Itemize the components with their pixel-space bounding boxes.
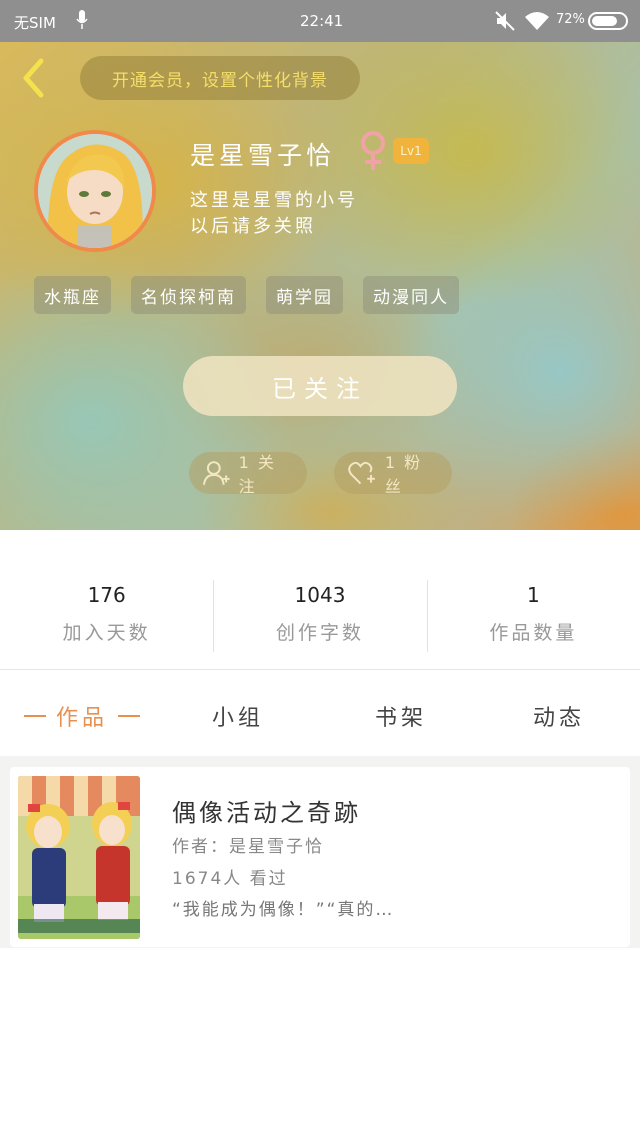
work-card[interactable]: 偶像活动之奇跡 作者：是星雪子恰 1674人 看过 “我能成为偶像！”“真的… <box>10 767 630 947</box>
back-button[interactable] <box>14 56 54 100</box>
profile-header: 开通会员，设置个性化背景 是星雪子恰 Lv1 这里是星雪的小号 以后请多关照 水… <box>0 42 640 530</box>
followed-label: 已关注 <box>272 374 368 403</box>
work-views: 1674人 看过 <box>172 869 288 889</box>
cover-illustration <box>18 776 140 939</box>
tab-label: 书架 <box>375 706 428 731</box>
fans-count: 1 粉丝 <box>384 453 423 496</box>
work-excerpt: “我能成为偶像！”“真的… <box>172 900 395 920</box>
tab-moments[interactable]: 动态 <box>533 690 585 742</box>
chevron-left-icon <box>23 58 44 98</box>
battery-icon <box>588 12 628 30</box>
stat-word-count: 1043 创作字数 <box>213 578 426 654</box>
heart-plus-icon <box>348 461 375 485</box>
stat-value: 1 <box>526 583 540 607</box>
avatar[interactable] <box>34 130 156 252</box>
tag-item[interactable]: 名侦探柯南 <box>131 276 246 314</box>
tag-item[interactable]: 水瓶座 <box>34 276 111 314</box>
work-title[interactable]: 偶像活动之奇跡 <box>172 793 361 828</box>
bio-line: 这里是星雪的小号 <box>190 190 358 211</box>
mute-icon <box>495 11 515 31</box>
stat-works-count: 1 作品数量 <box>426 578 640 654</box>
fans-button[interactable]: 1 粉丝 <box>334 452 452 496</box>
sim-status: 无SIM <box>14 14 56 32</box>
battery-percent: 72% <box>556 12 585 27</box>
stat-value: 1043 <box>294 583 346 607</box>
stats-row: 176 加入天数 1043 创作字数 1 作品数量 <box>0 578 640 654</box>
level-badge: Lv1 <box>393 138 429 164</box>
stat-value: 176 <box>87 583 126 607</box>
vip-prompt-text: 开通会员，设置个性化背景 <box>112 70 328 91</box>
following-button[interactable]: 1 关注 <box>189 452 307 496</box>
stat-label: 创作字数 <box>275 622 364 644</box>
clock: 22:41 <box>300 12 344 30</box>
bio: 这里是星雪的小号 以后请多关照 <box>190 188 490 240</box>
tab-dash-left <box>24 715 46 717</box>
following-count: 1 关注 <box>238 453 276 496</box>
level-text: Lv1 <box>400 144 422 158</box>
stat-label: 作品数量 <box>489 622 578 644</box>
divider <box>0 669 640 670</box>
tab-dash-right <box>118 715 141 717</box>
tab-groups[interactable]: 小组 <box>212 690 264 742</box>
work-author: 作者：是星雪子恰 <box>172 837 324 857</box>
tab-works[interactable]: 作品 <box>14 690 150 742</box>
followed-button[interactable]: 已关注 <box>183 356 457 416</box>
status-bar: 无SIM 22:41 72% <box>0 0 640 42</box>
tag-list: 水瓶座 名侦探柯南 萌学园 动漫同人 <box>34 276 459 314</box>
tab-label: 小组 <box>212 706 265 731</box>
stat-days-joined: 176 加入天数 <box>0 578 213 654</box>
tag-item[interactable]: 萌学园 <box>266 276 343 314</box>
tab-bookshelf[interactable]: 书架 <box>375 690 427 742</box>
stat-label: 加入天数 <box>62 622 151 644</box>
tab-label: 动态 <box>533 706 586 731</box>
bio-line: 以后请多关照 <box>190 216 316 237</box>
work-cover-image <box>18 776 140 939</box>
vip-background-prompt[interactable]: 开通会员，设置个性化背景 <box>80 56 360 100</box>
profile-tabs: 作品 小组 书架 动态 <box>0 690 640 742</box>
microphone-icon <box>76 10 88 29</box>
username: 是星雪子恰 <box>190 141 336 170</box>
avatar-image <box>38 134 152 248</box>
add-user-icon <box>203 461 230 485</box>
wifi-icon <box>525 12 549 30</box>
tag-item[interactable]: 动漫同人 <box>363 276 459 314</box>
female-icon <box>361 131 385 170</box>
tab-label: 作品 <box>56 706 109 731</box>
